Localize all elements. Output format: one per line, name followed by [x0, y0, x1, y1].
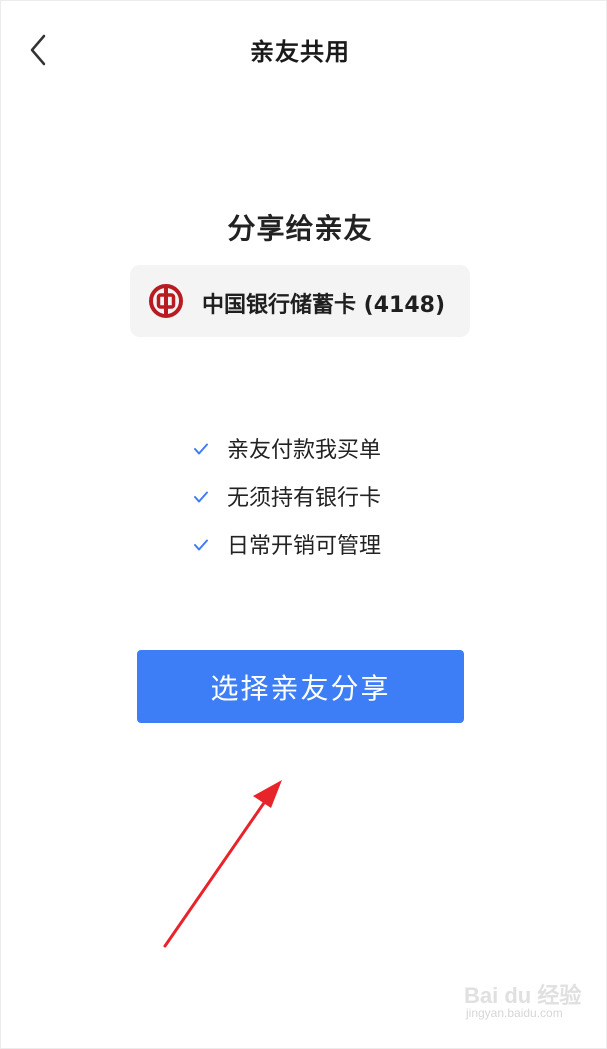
- feature-label: 日常开销可管理: [227, 534, 382, 559]
- feature-item: 日常开销可管理: [192, 526, 452, 574]
- feature-item: 无须持有银行卡: [192, 478, 452, 526]
- check-icon: [194, 539, 208, 551]
- select-friend-share-button[interactable]: 选择亲友分享: [137, 650, 464, 723]
- feature-label: 无须持有银行卡: [227, 486, 382, 511]
- share-heading: 分享给亲友: [227, 212, 373, 245]
- feature-item: 亲友付款我买单: [192, 430, 452, 478]
- boc-logo-icon: [149, 284, 183, 318]
- annotation-arrow-icon: [163, 780, 282, 948]
- check-icon: [194, 491, 208, 503]
- bank-card-item[interactable]: 中国银行储蓄卡 (4148): [130, 265, 470, 337]
- page-title: 亲友共用: [250, 38, 350, 66]
- check-icon: [194, 443, 208, 455]
- feature-label: 亲友付款我买单: [227, 438, 382, 463]
- feature-list: 亲友付款我买单 无须持有银行卡 日常开销可管理: [192, 430, 452, 574]
- watermark-url: jingyan.baidu.com: [466, 1006, 563, 1020]
- watermark: Bai du 经验 jingyan.baidu.com: [464, 978, 584, 1028]
- header: 亲友共用: [0, 0, 607, 100]
- bank-card-name: 中国银行储蓄卡 (4148): [202, 293, 445, 318]
